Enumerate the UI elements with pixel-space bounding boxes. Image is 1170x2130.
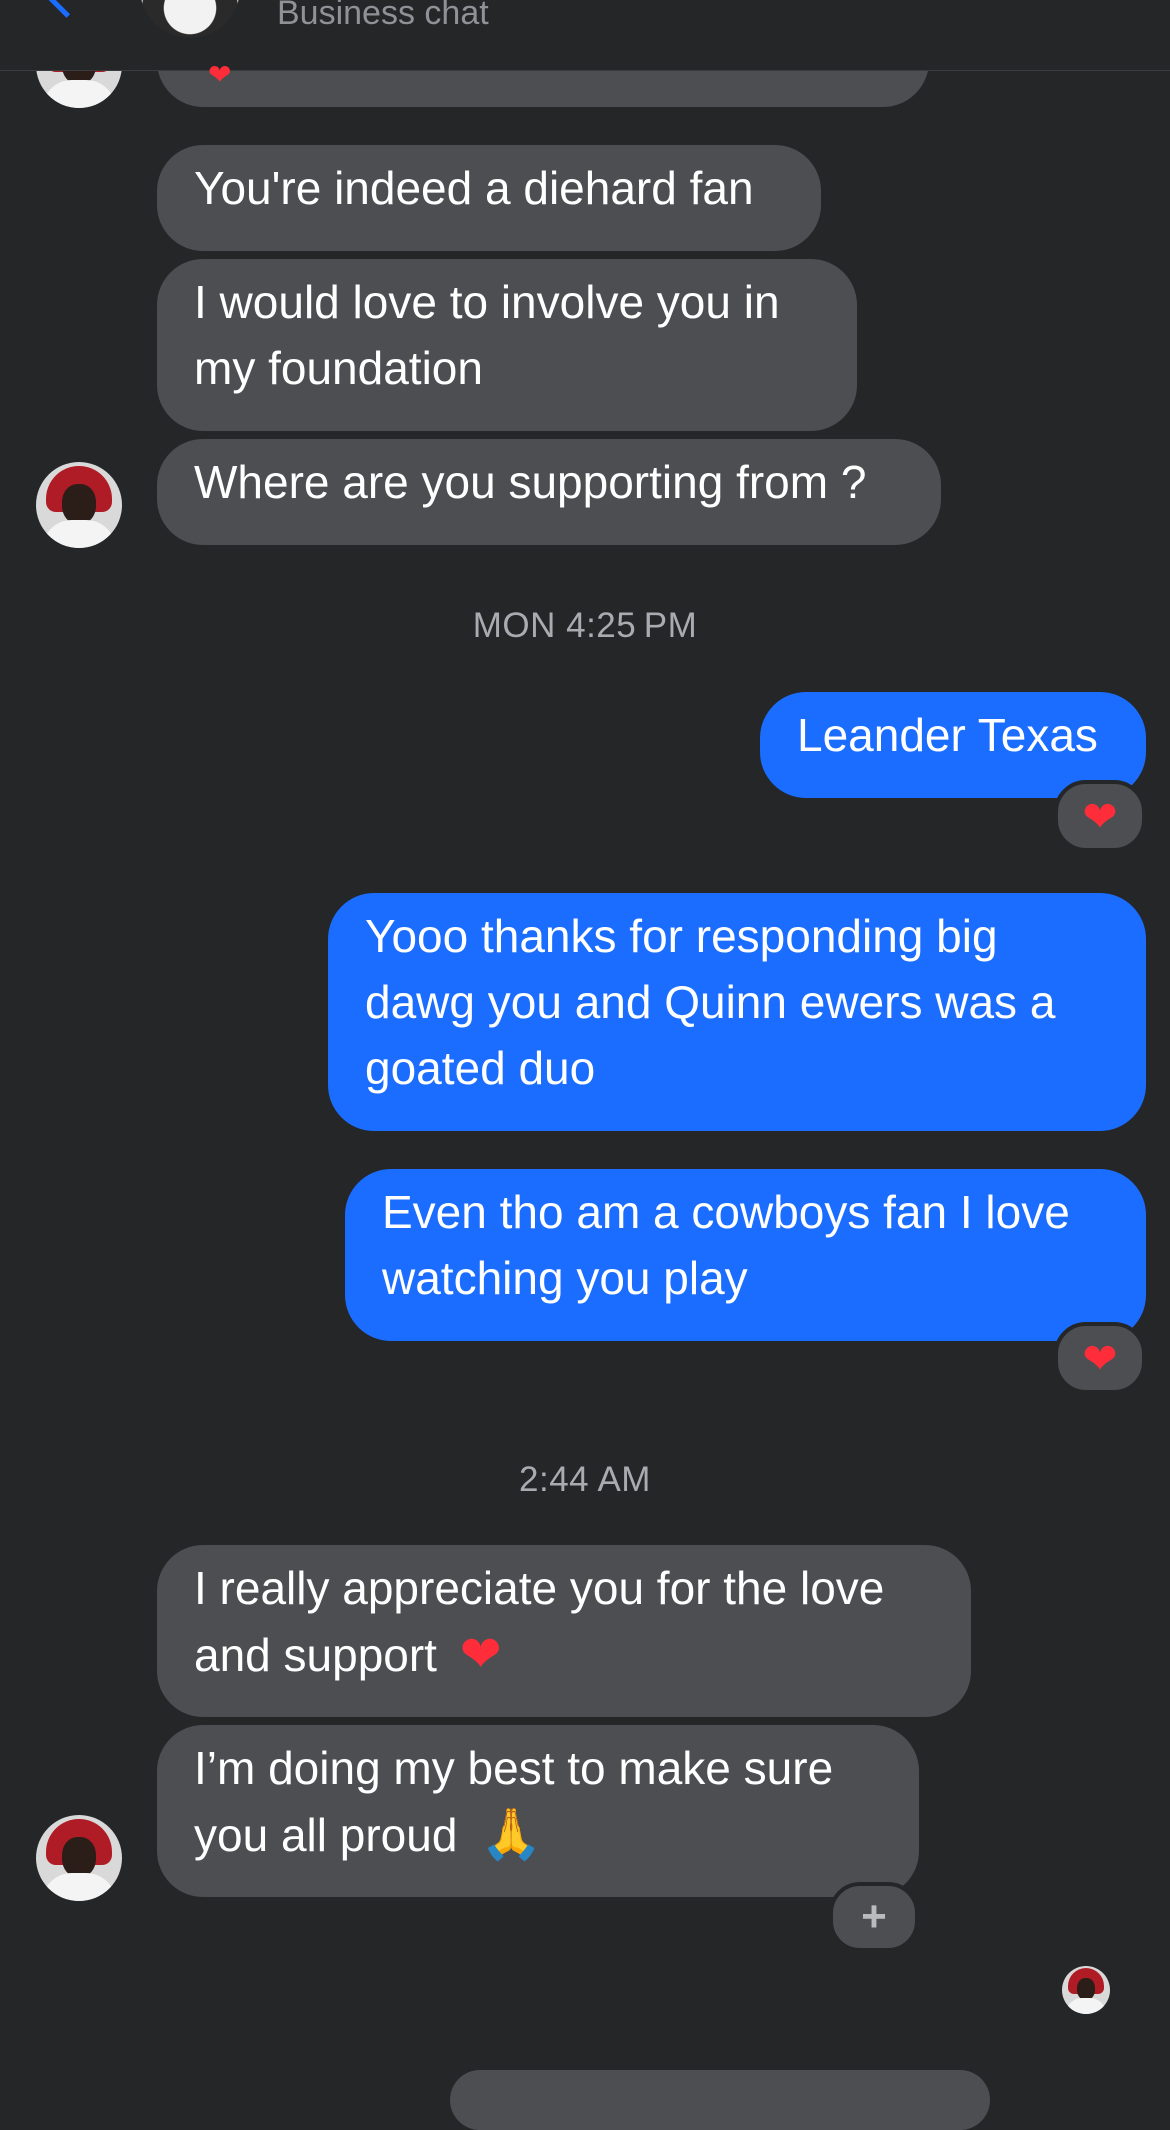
read-receipt-avatar [1062,1966,1110,2014]
message-text-line: dawg you and Quinn ewers was a [365,976,1056,1028]
message-text-line: goated duo [365,1042,596,1094]
message-bubble-incoming[interactable]: I’m doing my best to make sure you all p… [157,1725,919,1897]
message-bubble-incoming[interactable] [450,2070,990,2130]
contact-avatar[interactable] [36,462,122,548]
message-text-line: I would love to involve you in [194,276,780,328]
contact-avatar[interactable] [140,0,240,38]
chat-header: Business chat [0,0,1170,71]
message-text: Where are you supporting from ? [194,456,867,508]
heart-icon: ❤ [1082,1334,1118,1382]
message-text-line: and support [194,1629,437,1681]
plus-icon: + [861,1892,887,1941]
add-reaction-button[interactable]: + [829,1882,919,1952]
message-text-line: my foundation [194,342,483,394]
chat-type-label: Business chat [277,0,489,32]
timestamp: MON 4:25 PM [472,606,698,645]
message-bubble-outgoing[interactable]: Yooo thanks for responding big dawg you … [328,893,1146,1131]
chevron-left-icon[interactable] [43,0,90,18]
timestamp: 2:44 AM [519,1460,651,1499]
message-text-line: watching you play [382,1252,748,1304]
pray-icon: 🙏 [480,1806,543,1862]
message-bubble-incoming[interactable]: You're indeed a diehard fan [157,145,821,251]
message-text: Leander Texas [797,709,1098,761]
message-text-line: Even tho am a cowboys fan I love [382,1186,1070,1238]
message-bubble-incoming[interactable]: Where are you supporting from ? [157,439,941,545]
reaction-badge[interactable]: ❤ [1054,1322,1146,1394]
heart-icon: ❤ [1082,792,1118,840]
heart-icon: ❤ [208,59,232,90]
contact-avatar[interactable] [36,1815,122,1901]
message-bubble-incoming[interactable]: I really appreciate you for the love and… [157,1545,971,1717]
message-text-line: Yooo thanks for responding big [365,910,998,962]
heart-icon: ❤ [459,1626,502,1682]
message-text-line: I really appreciate you for the love [194,1562,885,1614]
message-text: You're indeed a diehard fan [194,162,754,214]
message-text-line: you all proud [194,1809,458,1861]
reaction-badge[interactable]: ❤ [1054,780,1146,852]
message-text-line: I’m doing my best to make sure [194,1742,834,1794]
message-bubble-incoming[interactable]: I would love to involve you in my founda… [157,259,857,431]
message-bubble-outgoing[interactable]: Even tho am a cowboys fan I love watchin… [345,1169,1146,1341]
